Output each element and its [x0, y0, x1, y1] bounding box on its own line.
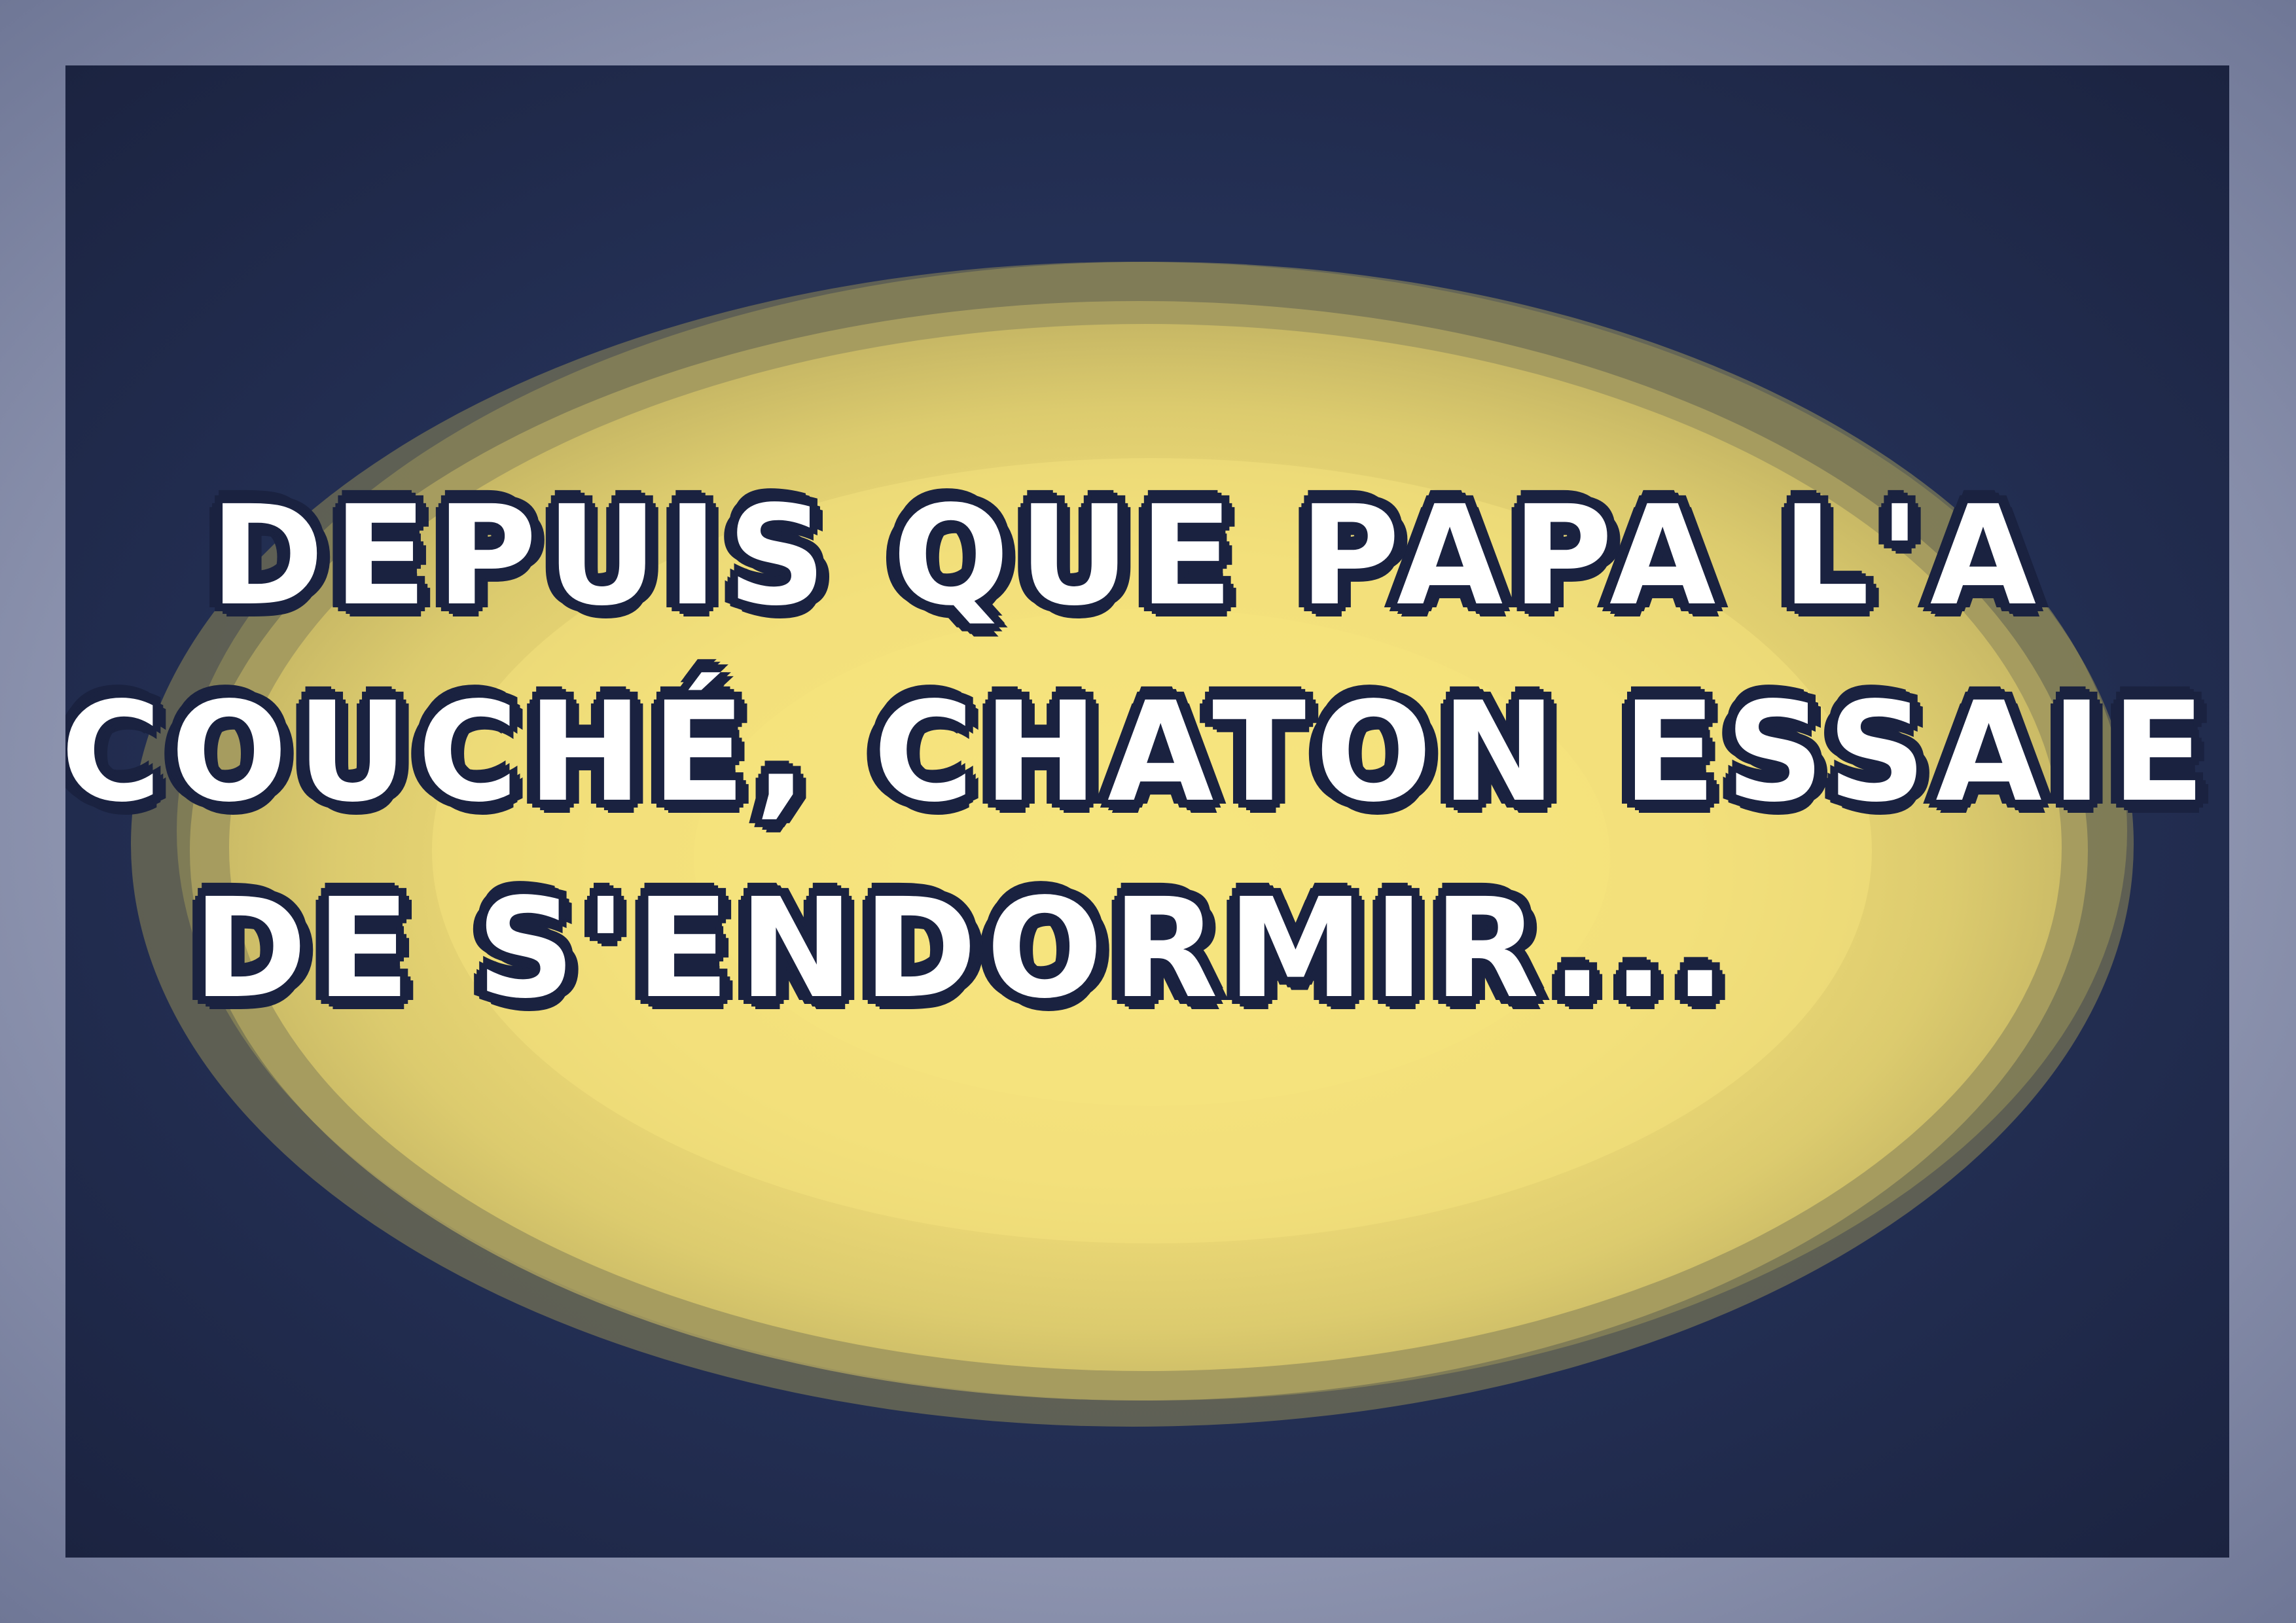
caption-line-2: COUCHÉ, CHATON ESSAIE [65, 672, 2215, 832]
comic-panel: DEPUIS QUE PAPA L'A COUCHÉ, CHATON ESSAI… [65, 65, 2229, 1558]
narration-caption: DEPUIS QUE PAPA L'A COUCHÉ, CHATON ESSAI… [65, 458, 2229, 1047]
caption-line-1: DEPUIS QUE PAPA L'A [209, 476, 2046, 636]
caption-line-3: DE S'ENDORMIR... [192, 868, 1736, 1029]
